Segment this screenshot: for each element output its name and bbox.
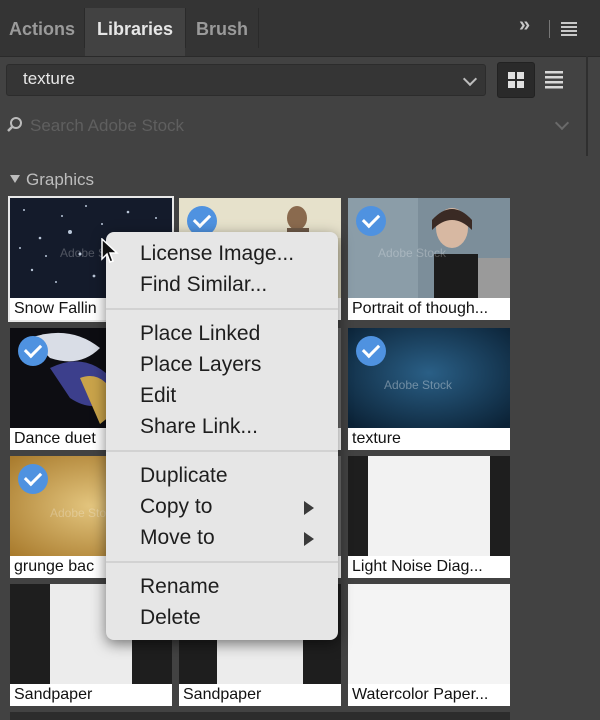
tab-actions[interactable]: Actions <box>0 8 84 56</box>
library-dropdown[interactable]: texture <box>6 64 486 96</box>
checkmark-icon <box>18 336 48 366</box>
menu-item-rename[interactable]: Rename <box>140 575 219 599</box>
menu-item-place-linked[interactable]: Place Linked <box>140 322 260 346</box>
search-icon <box>7 117 22 132</box>
context-menu: License Image... Find Similar... Place L… <box>106 232 338 640</box>
collapse-panel-icon[interactable]: » <box>519 14 530 37</box>
list-view-icon <box>545 71 563 89</box>
menu-item-duplicate[interactable]: Duplicate <box>140 464 228 488</box>
menu-item-share-link[interactable]: Share Link... <box>140 415 258 439</box>
tile-caption: texture <box>348 428 510 450</box>
disclosure-triangle-icon <box>10 175 20 183</box>
chevron-down-icon[interactable] <box>554 115 570 131</box>
checkmark-icon <box>356 206 386 236</box>
menu-item-find-similar[interactable]: Find Similar... <box>140 273 267 297</box>
tab-brush[interactable]: Brush <box>186 8 258 56</box>
menu-item-license-image[interactable]: License Image... <box>140 242 294 266</box>
checkmark-icon <box>356 336 386 366</box>
tile-caption: Light Noise Diag... <box>348 556 510 578</box>
menu-item-place-layers[interactable]: Place Layers <box>140 353 261 377</box>
list-view-button[interactable] <box>536 62 572 96</box>
graphic-tile[interactable]: Watercolor Paper... <box>348 584 510 706</box>
tile-caption: Portrait of though... <box>348 298 510 320</box>
tab-bar: Actions Libraries Brush » <box>0 0 600 57</box>
panel-menu-icon[interactable] <box>561 22 577 36</box>
graphic-tile[interactable]: Adobe Stock Portrait of though... <box>348 198 510 320</box>
stock-search-input[interactable] <box>28 112 552 140</box>
menu-item-delete[interactable]: Delete <box>140 606 201 630</box>
checkmark-icon <box>18 464 48 494</box>
submenu-arrow-icon <box>304 501 314 515</box>
grid-view-button[interactable] <box>497 62 535 98</box>
tile-caption: Sandpaper <box>179 684 341 706</box>
chevron-down-icon <box>462 71 478 87</box>
library-dropdown-value: texture <box>23 69 75 88</box>
graphic-tile[interactable]: Light Noise Diag... <box>348 456 510 578</box>
tile-caption: Watercolor Paper... <box>348 684 510 706</box>
tile-caption: Sandpaper <box>10 684 172 706</box>
menu-item-copy-to[interactable]: Copy to <box>140 495 212 519</box>
stock-search-row <box>0 106 600 146</box>
mouse-cursor-icon <box>101 238 119 263</box>
tab-libraries[interactable]: Libraries <box>85 8 185 56</box>
group-header-graphics[interactable]: Graphics <box>10 170 94 190</box>
menu-item-move-to[interactable]: Move to <box>140 526 215 550</box>
grid-view-icon <box>508 72 524 88</box>
graphic-tile[interactable]: Adobe Stock texture <box>348 328 510 450</box>
menu-item-edit[interactable]: Edit <box>140 384 176 408</box>
submenu-arrow-icon <box>304 532 314 546</box>
libraries-panel: Actions Libraries Brush » texture Search… <box>0 0 600 720</box>
